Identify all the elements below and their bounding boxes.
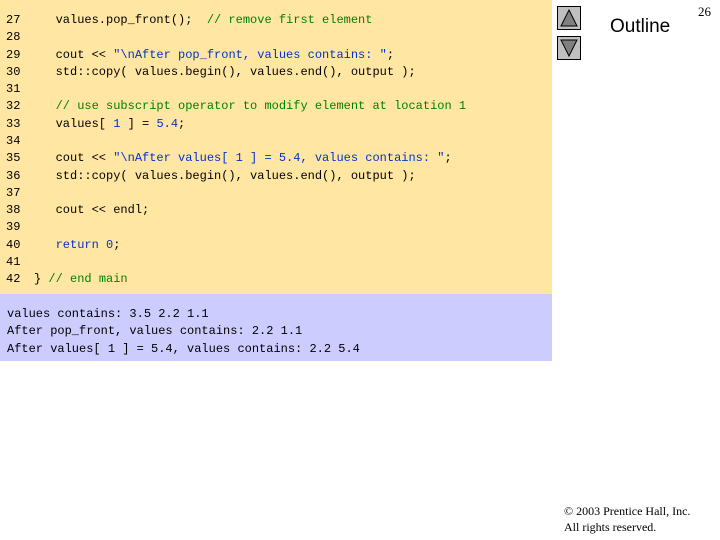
code-comment: // remove first element [206,13,373,27]
code-line-37: 37 [6,185,34,201]
line-number: 41 [6,255,21,269]
code-comment: // end main [48,272,128,286]
copyright-line: © 2003 Prentice Hall, Inc. [564,504,691,518]
code-line-39: 39 [6,219,34,235]
code-line-38: 38 cout << endl; [6,202,149,218]
line-number: 38 [6,203,21,217]
next-slide-button[interactable] [557,36,581,60]
line-number: 28 [6,30,21,44]
code-string: "\nAfter pop_front, values contains: " [113,48,387,62]
copyright-line: All rights reserved. [564,520,657,534]
page-number: 26 [698,4,711,19]
triangle-up-icon [560,8,578,27]
code-text: } [34,272,49,286]
code-string: "\nAfter values[ 1 ] = 5.4, values conta… [113,151,445,165]
code-line-33: 33 values[ 1 ] = 5.4; [6,116,185,132]
line-number: 35 [6,151,21,165]
code-line-28: 28 [6,29,34,45]
code-text: std::copy( values.begin(), values.end(),… [34,169,416,183]
code-text: cout << endl; [34,203,150,217]
output-line: After values[ 1 ] = 5.4, values contains… [7,342,360,356]
copyright-notice: © 2003 Prentice Hall, Inc. All rights re… [564,503,690,535]
line-number: 31 [6,82,21,96]
code-line-32: 32 // use subscript operator to modify e… [6,98,466,114]
line-number: 30 [6,65,21,79]
code-text: ] = [120,117,157,131]
code-text: cout << [34,48,114,62]
code-line-30: 30 std::copy( values.begin(), values.end… [6,64,416,80]
outline-label: Outline [610,16,671,37]
code-line-27: 27 values.pop_front(); // remove first e… [6,12,372,28]
line-number: 32 [6,99,21,113]
output-line: After pop_front, values contains: 2.2 1.… [7,324,303,338]
previous-slide-button[interactable] [557,6,581,30]
code-text: ; [178,117,186,131]
code-line-31: 31 [6,81,34,97]
code-text: ; [113,238,121,252]
code-number: 5.4 [156,117,179,131]
program-output-panel: values contains: 3.5 2.2 1.1 After pop_f… [0,294,552,361]
code-line-35: 35 cout << "\nAfter values[ 1 ] = 5.4, v… [6,150,452,166]
code-keyword: return [55,238,99,252]
line-number: 39 [6,220,21,234]
code-line-41: 41 [6,254,34,270]
line-number: 40 [6,238,21,252]
code-line-29: 29 cout << "\nAfter pop_front, values co… [6,47,394,63]
line-number: 37 [6,186,21,200]
code-line-40: 40 return 0; [6,237,120,253]
output-line: values contains: 3.5 2.2 1.1 [7,307,209,321]
code-text: cout << [34,151,114,165]
code-text: values.pop_front(); [34,13,207,27]
code-text: values[ [34,117,114,131]
line-number: 33 [6,117,21,131]
line-number: 36 [6,169,21,183]
line-number: 34 [6,134,21,148]
code-text: ; [386,48,395,62]
code-line-34: 34 [6,133,34,149]
code-line-36: 36 std::copy( values.begin(), values.end… [6,168,416,184]
line-number: 29 [6,48,21,62]
code-text: ; [444,151,452,165]
code-line-42: 42} // end main [6,271,128,287]
triangle-down-icon [560,39,578,58]
code-comment: // use subscript operator to modify elem… [55,99,467,113]
line-number: 27 [6,13,21,27]
code-panel: 27 values.pop_front(); // remove first e… [0,0,552,294]
line-number: 42 [6,272,21,286]
code-text: std::copy( values.begin(), values.end(),… [34,65,416,79]
